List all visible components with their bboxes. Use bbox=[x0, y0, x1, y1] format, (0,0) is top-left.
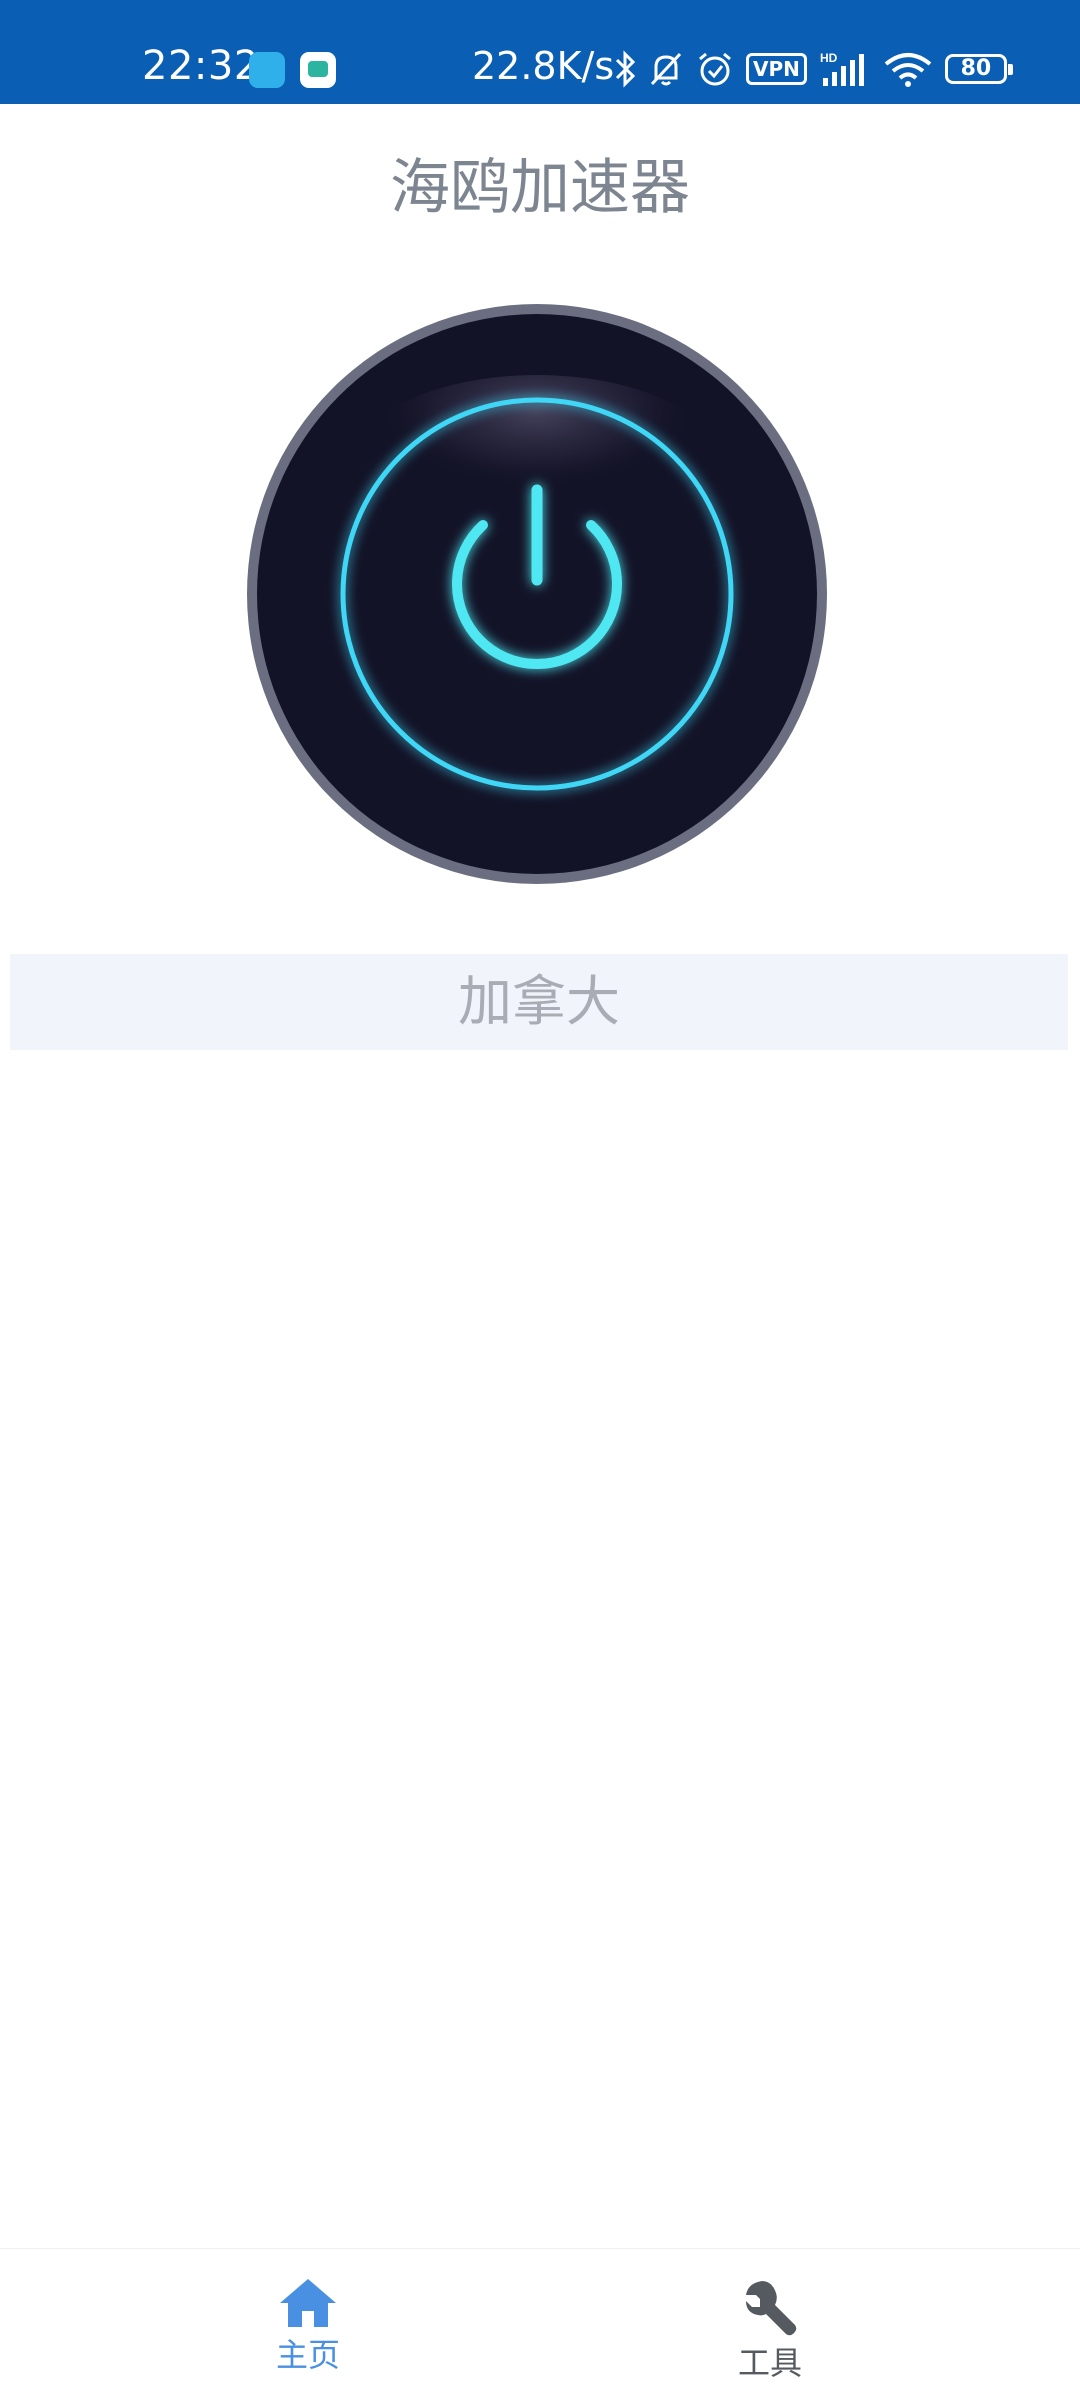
status-time: 22:32 bbox=[142, 43, 260, 89]
status-bar: 22:32 22.8K/s VPN HD 80 bbox=[0, 0, 1080, 104]
alarm-icon bbox=[696, 50, 734, 88]
svg-text:HD: HD bbox=[820, 51, 838, 65]
bird-app-icon bbox=[249, 52, 285, 88]
nav-item-home[interactable]: 主页 bbox=[208, 2277, 408, 2387]
nav-item-tools[interactable]: 工具 bbox=[670, 2277, 870, 2387]
tv-app-icon bbox=[300, 52, 336, 88]
vpn-icon: VPN bbox=[746, 53, 807, 85]
power-button[interactable] bbox=[243, 300, 831, 888]
status-icons: VPN HD 80 bbox=[614, 47, 1013, 91]
nav-label-tools: 工具 bbox=[737, 2344, 802, 2382]
nav-label-home: 主页 bbox=[275, 2336, 340, 2374]
location-selector[interactable]: 加拿大 bbox=[10, 954, 1068, 1050]
network-speed: 22.8K/s bbox=[472, 44, 615, 88]
battery-icon: 80 bbox=[944, 54, 1013, 84]
bluetooth-icon bbox=[614, 50, 636, 88]
bell-off-icon bbox=[648, 50, 684, 88]
wrench-icon bbox=[746, 2281, 797, 2336]
bottom-nav: 主页 工具 bbox=[0, 2248, 1080, 2400]
screen: 22:32 22.8K/s VPN HD 80 海鸥加速器 加拿大 主页 工具 bbox=[0, 0, 1080, 2400]
signal-icon: HD bbox=[819, 50, 871, 88]
page-title: 海鸥加速器 bbox=[390, 153, 690, 223]
home-icon bbox=[280, 2279, 336, 2327]
wifi-icon bbox=[883, 50, 933, 88]
